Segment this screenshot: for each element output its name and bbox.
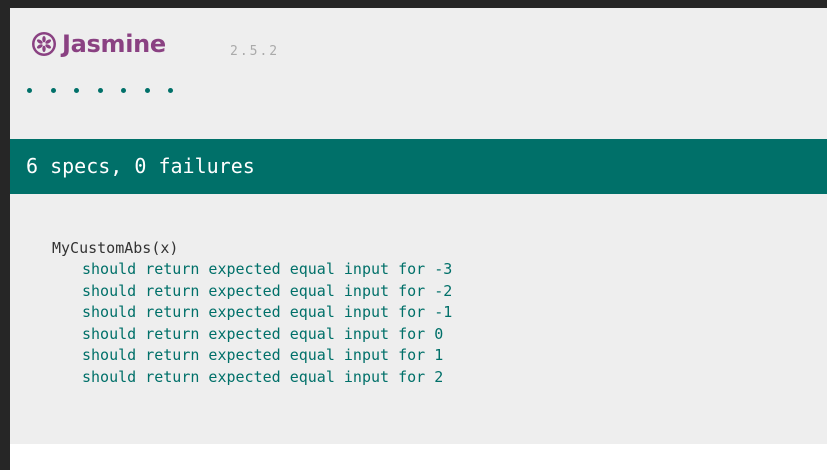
jasmine-report: Jasmine 2.5.2 6 specs, 0 failures MyCust… xyxy=(10,8,827,470)
passed-spec-dot[interactable] xyxy=(168,88,173,93)
spec-item-link[interactable]: should return expected equal input for 1 xyxy=(82,345,452,367)
jasmine-flower-icon xyxy=(32,32,56,56)
passed-spec-dot[interactable] xyxy=(144,88,150,93)
spec-item-link[interactable]: should return expected equal input for -… xyxy=(82,281,452,303)
passed-spec-dot[interactable] xyxy=(97,88,103,93)
spec-list: should return expected equal input for -… xyxy=(52,259,452,388)
spec-item-link[interactable]: should return expected equal input for 2 xyxy=(82,367,452,389)
banner: Jasmine 2.5.2 xyxy=(10,8,827,78)
version-label: 2.5.2 xyxy=(230,44,280,59)
passed-spec-dot[interactable] xyxy=(74,88,79,93)
suite-name-link[interactable]: MyCustomAbs(x) xyxy=(52,237,452,259)
spec-item-link[interactable]: should return expected equal input for 0 xyxy=(82,324,452,346)
summary-bar: 6 specs, 0 failures xyxy=(10,139,827,194)
spec-status-dots xyxy=(27,88,192,93)
footer-area xyxy=(10,444,827,470)
spec-item-link[interactable]: should return expected equal input for -… xyxy=(82,259,452,281)
passed-spec-dot[interactable] xyxy=(50,88,56,93)
results-panel: MyCustomAbs(x) should return expected eq… xyxy=(10,194,827,444)
passed-spec-dot[interactable] xyxy=(121,88,126,93)
suite: MyCustomAbs(x) should return expected eq… xyxy=(52,237,452,388)
passed-spec-dot[interactable] xyxy=(27,88,32,93)
logo-title: Jasmine xyxy=(62,30,166,58)
summary-text: 6 specs, 0 failures xyxy=(26,154,255,178)
jasmine-logo[interactable]: Jasmine xyxy=(31,31,166,57)
spec-item-link[interactable]: should return expected equal input for -… xyxy=(82,302,452,324)
